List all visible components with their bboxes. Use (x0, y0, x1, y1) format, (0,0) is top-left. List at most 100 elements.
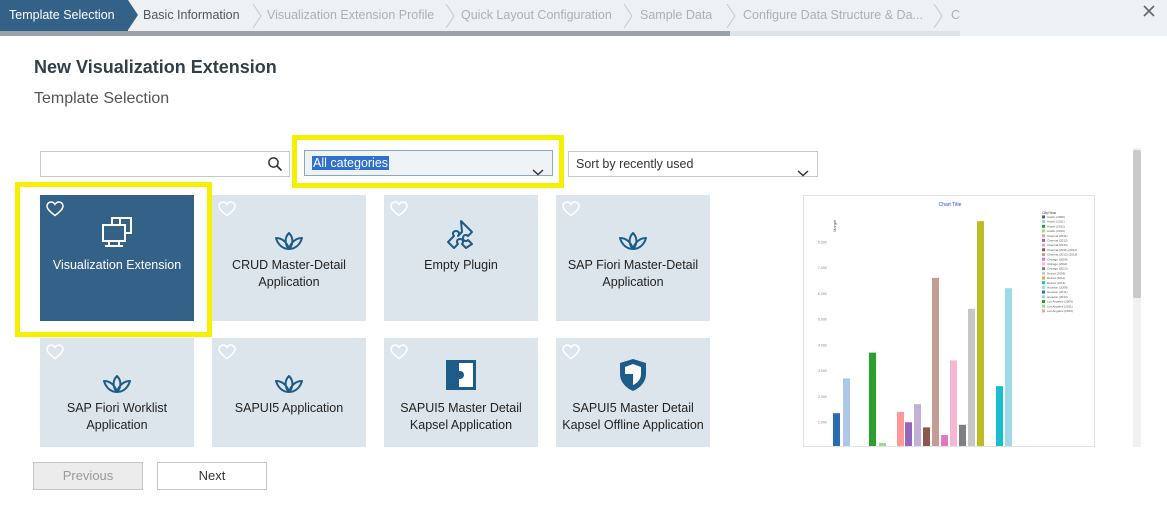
template-tile-kapsel-offline-application[interactable]: SAPUI5 Master Detail Kapsel Offline Appl… (556, 338, 710, 447)
template-tile-sap-fiori-master-detail[interactable]: SAP Fiori Master-Detail Application (556, 195, 710, 321)
sap-fiori-icon (40, 374, 194, 394)
preview-chart-tick-label: 8,000 (818, 240, 827, 244)
template-label: SAPUI5 Application (234, 401, 344, 415)
visualization-extension-icon (40, 216, 194, 248)
preview-chart-bar (941, 435, 948, 446)
preview-chart-legend-swatch (1042, 253, 1045, 256)
preview-chart-legend-swatch (1042, 295, 1045, 299)
template-tile-sap-fiori-worklist[interactable]: SAP Fiori Worklist Application (40, 338, 194, 447)
preview-chart-legend-item: Austin (2009) (1047, 215, 1065, 219)
preview-chart-legend-swatch (1042, 243, 1045, 247)
previous-button[interactable]: Previous (33, 462, 143, 490)
preview-chart-bar (914, 404, 921, 446)
preview-chart-legend-swatch (1042, 267, 1045, 271)
template-label: SAPUI5 Master Detail Kapsel Application (400, 401, 522, 432)
sort-dropdown[interactable]: Sort by recently used (568, 151, 818, 177)
template-preview-panel: Chart Title Margin 8,000 7,000 6,000 5,000 4,0… (803, 195, 1095, 447)
search-input[interactable] (41, 152, 256, 176)
preview-chart-bar (897, 411, 904, 446)
template-tile-sapui5-application[interactable]: SAPUI5 Application (212, 338, 366, 447)
step-separator (726, 4, 736, 28)
search-icon[interactable] (267, 156, 283, 172)
next-button[interactable]: Next (157, 462, 267, 490)
preview-chart-legend-item: Austin (2011) (1047, 220, 1065, 224)
preview-chart-legend-item: Chennai (2011) (2012) (1047, 248, 1077, 252)
template-tile-empty-plugin[interactable]: Empty Plugin (384, 195, 538, 321)
page-title: New Visualization Extension (34, 57, 277, 77)
preview-chart-legend-swatch (1042, 215, 1045, 219)
sap-fiori-icon (556, 231, 710, 251)
favorite-heart-icon[interactable] (562, 201, 580, 217)
template-tile-crud-master-detail[interactable]: CRUD Master-Detail Application (212, 195, 366, 321)
step-quick-layout-configuration[interactable]: Quick Layout Configuration (461, 0, 612, 31)
step-configure-data-structure[interactable]: Configure Data Structure & Da... (743, 0, 923, 31)
step-label: Configure Data Structure & Da... (743, 8, 923, 22)
step-sample-data[interactable]: Sample Data (640, 0, 712, 31)
preview-chart-legend-swatch (1042, 271, 1045, 275)
preview-chart-bar (977, 221, 984, 446)
template-tile-kapsel-application[interactable]: SAPUI5 Master Detail Kapsel Application (384, 338, 538, 447)
puzzle-icon (384, 218, 538, 250)
favorite-heart-icon[interactable] (46, 201, 64, 217)
preview-chart-legend-item: Detroit (2013) (1047, 281, 1065, 285)
template-label: SAPUI5 Master Detail Kapsel Offline Appl… (562, 401, 704, 432)
favorite-heart-icon[interactable] (218, 201, 236, 217)
preview-chart-legend-item: Detroit (2011) (1047, 276, 1065, 280)
sap-fiori-icon (212, 374, 366, 394)
preview-chart-bar (869, 352, 876, 446)
step-separator (623, 4, 633, 28)
preview-chart-tick-label: 3,000 (818, 369, 827, 373)
step-label: C (951, 8, 961, 22)
template-tile-visualization-extension[interactable]: Visualization Extension (40, 195, 194, 321)
preview-chart-legend-item: Chicago (2011) (1047, 262, 1067, 266)
favorite-heart-icon[interactable] (218, 344, 236, 360)
preview-chart-bar (879, 442, 886, 446)
step-truncated[interactable]: C (951, 0, 960, 31)
preview-chart-legend-item: Chicago (2009) (1047, 257, 1068, 261)
scrollbar-thumb[interactable] (1133, 150, 1141, 298)
preview-chart-bar (996, 386, 1003, 446)
preview-chart-legend-item: Chennai (2012) (1047, 239, 1068, 243)
preview-chart-legend-item: Chennai (2011) (1047, 234, 1067, 238)
step-label: Template Selection (9, 8, 115, 22)
close-icon[interactable] (1140, 2, 1158, 20)
preview-chart-legend-swatch (1042, 229, 1045, 233)
wizard-header-right (960, 0, 1167, 36)
preview-chart-bar (843, 378, 850, 446)
step-separator (252, 4, 262, 28)
preview-chart-tick-label: 6,000 (818, 292, 827, 296)
preview-chart-bar (950, 360, 957, 446)
favorite-heart-icon[interactable] (390, 201, 408, 217)
template-label: CRUD Master-Detail Application (232, 258, 346, 289)
search-field[interactable] (40, 151, 290, 177)
preview-chart-legend-swatch (1042, 224, 1045, 228)
preview-chart-legend-item: Austin (2013) (1047, 229, 1065, 233)
preview-chart-legend-item: Los Angeles (2013) (1047, 309, 1073, 313)
preview-chart-legend-swatch (1042, 238, 1045, 242)
chevron-down-icon (797, 161, 809, 177)
preview-chart-tick-label: 5,000 (818, 318, 827, 322)
category-dropdown[interactable]: All categories (304, 150, 553, 176)
preview-chart-bar (932, 277, 939, 446)
preview-chart-legend-swatch (1042, 300, 1045, 303)
template-label: SAP Fiori Worklist Application (66, 401, 168, 432)
preview-chart-legend-item: Chennai (2012) (2013) (1047, 253, 1077, 257)
favorite-heart-icon[interactable] (46, 344, 64, 360)
preview-chart-title: Chart Title (939, 202, 962, 208)
step-label: Visualization Extension Profile (267, 8, 435, 22)
page-subtitle: Template Selection (34, 90, 170, 107)
preview-chart-legend-swatch (1042, 276, 1045, 280)
step-basic-information[interactable]: Basic Information (143, 0, 240, 31)
step-label: Basic Information (143, 8, 240, 22)
preview-chart-tick-label: 7,000 (818, 266, 827, 270)
preview-chart-legend-swatch (1042, 234, 1045, 238)
preview-chart-legend-swatch (1042, 285, 1045, 289)
step-template-selection[interactable]: Template Selection (0, 0, 138, 31)
preview-chart: Chart Title Margin 8,000 7,000 6,000 5,000 4,0… (818, 202, 1077, 446)
preview-chart-legend-swatch (1042, 220, 1045, 224)
template-label: Visualization Extension (52, 258, 182, 272)
preview-chart-legend-swatch (1042, 262, 1045, 266)
preview-chart-tick-label: 2,000 (818, 395, 827, 399)
preview-chart-legend-item: Houston (2011) (1047, 290, 1067, 294)
step-visualization-extension-profile[interactable]: Visualization Extension Profile (267, 0, 434, 31)
